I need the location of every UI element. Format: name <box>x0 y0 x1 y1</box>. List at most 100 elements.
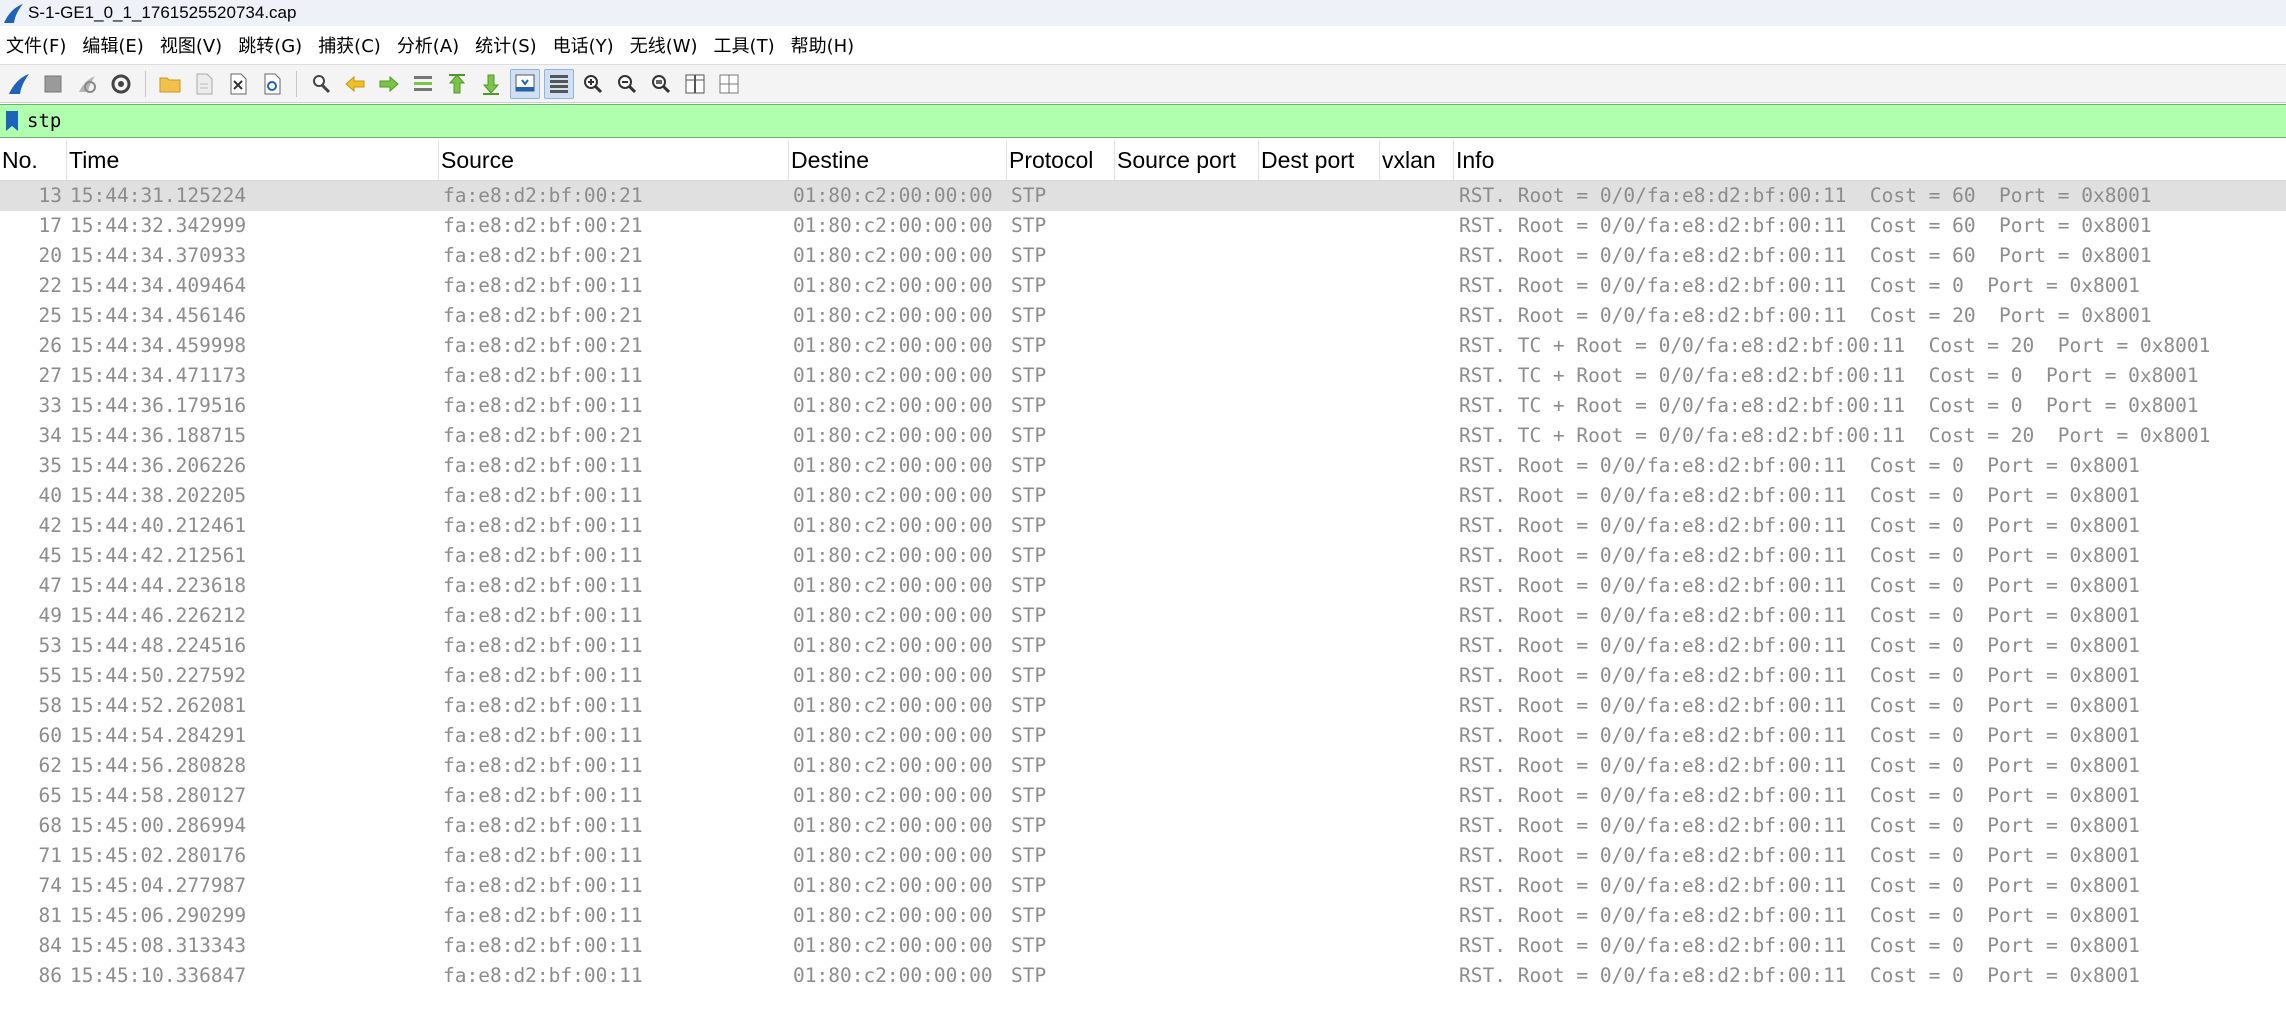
table-row[interactable]: 17 15:44:32.342999 fa:e8:d2:bf:00:21 01:80:… <box>0 211 2286 241</box>
table-row[interactable]: 60 15:44:54.284291 fa:e8:d2:bf:00:11 01:80:… <box>0 721 2286 751</box>
table-row[interactable]: 81 15:45:06.290299 fa:e8:d2:bf:00:11 01:80:… <box>0 901 2286 931</box>
cell-destine: 01:80:c2:00:00:00 <box>793 964 993 987</box>
column-header-dest-port[interactable]: Dest port <box>1259 141 1380 180</box>
column-header-no[interactable]: No. <box>0 141 67 180</box>
zoom-in-button[interactable] <box>578 69 608 99</box>
table-row[interactable]: 35 15:44:36.206226 fa:e8:d2:bf:00:11 01:80:… <box>0 451 2286 481</box>
cell-time: 15:44:56.280828 <box>70 754 247 777</box>
table-row[interactable]: 49 15:44:46.226212 fa:e8:d2:bf:00:11 01:80:… <box>0 601 2286 631</box>
table-row[interactable]: 65 15:44:58.280127 fa:e8:d2:bf:00:11 01:80:… <box>0 781 2286 811</box>
cell-info: RST. TC + Root = 0/0/fa:e8:d2:bf:00:11 C… <box>1459 334 2211 357</box>
table-row[interactable]: 84 15:45:08.313343 fa:e8:d2:bf:00:11 01:80:… <box>0 931 2286 961</box>
menu-capture[interactable]: 捕获(C) <box>311 32 390 58</box>
table-row[interactable]: 58 15:44:52.262081 fa:e8:d2:bf:00:11 01:80:… <box>0 691 2286 721</box>
zoom-out-icon <box>618 74 637 93</box>
table-row[interactable]: 42 15:44:40.212461 fa:e8:d2:bf:00:11 01:80:… <box>0 511 2286 541</box>
packet-list[interactable]: No. Time Source Destine Protocol Source … <box>0 141 2286 1014</box>
table-row[interactable]: 34 15:44:36.188715 fa:e8:d2:bf:00:21 01:80:… <box>0 421 2286 451</box>
cell-destine: 01:80:c2:00:00:00 <box>793 904 993 927</box>
menu-file[interactable]: 文件(F) <box>0 32 75 58</box>
stop-capture-button[interactable] <box>38 69 68 99</box>
zoom-in-icon <box>584 74 603 93</box>
menu-go[interactable]: 跳转(G) <box>231 32 311 58</box>
column-header-info[interactable]: Info <box>1454 141 2286 180</box>
first-packet-button[interactable] <box>442 69 472 99</box>
find-icon <box>313 74 331 93</box>
menu-statistics[interactable]: 统计(S) <box>468 32 545 58</box>
stop-icon <box>44 75 62 92</box>
column-header-source-port[interactable]: Source port <box>1115 141 1259 180</box>
cell-destine: 01:80:c2:00:00:00 <box>793 754 993 777</box>
menu-telephony[interactable]: 电话(Y) <box>546 32 623 58</box>
find-packet-button[interactable] <box>306 69 336 99</box>
cell-source: fa:e8:d2:bf:00:11 <box>443 454 643 477</box>
table-row[interactable]: 86 15:45:10.336847 fa:e8:d2:bf:00:11 01:80:… <box>0 961 2286 991</box>
cell-source: fa:e8:d2:bf:00:11 <box>443 964 643 987</box>
table-row[interactable]: 62 15:44:56.280828 fa:e8:d2:bf:00:11 01:80:… <box>0 751 2286 781</box>
column-header-time[interactable]: Time <box>67 141 439 180</box>
table-row[interactable]: 22 15:44:34.409464 fa:e8:d2:bf:00:11 01:80:… <box>0 271 2286 301</box>
close-file-button[interactable] <box>223 69 253 99</box>
cell-time: 15:45:06.290299 <box>70 904 247 927</box>
cell-no: 71 <box>38 844 62 867</box>
wireshark-fin-icon <box>4 4 23 23</box>
window-title: S-1-GE1_0_1_1761525520734.cap <box>28 3 297 22</box>
menu-bar: 文件(F) 编辑(E) 视图(V) 跳转(G) 捕获(C) 分析(A) 统计(S… <box>0 27 2286 63</box>
table-row[interactable]: 26 15:44:34.459998 fa:e8:d2:bf:00:21 01:80:… <box>0 331 2286 361</box>
column-header-vxlan[interactable]: vxlan <box>1380 141 1454 180</box>
zoom-out-button[interactable] <box>612 69 642 99</box>
go-back-button[interactable] <box>340 69 370 99</box>
resize-columns-button[interactable] <box>680 69 710 99</box>
cell-destine: 01:80:c2:00:00:00 <box>793 424 993 447</box>
menu-help[interactable]: 帮助(H) <box>784 32 864 58</box>
table-row[interactable]: 74 15:45:04.277987 fa:e8:d2:bf:00:11 01:80:… <box>0 871 2286 901</box>
autoscroll-toggle[interactable] <box>510 68 540 99</box>
column-header-destine[interactable]: Destine <box>789 141 1007 180</box>
filter-bookmark-icon[interactable] <box>3 109 21 133</box>
table-row[interactable]: 33 15:44:36.179516 fa:e8:d2:bf:00:11 01:80:… <box>0 391 2286 421</box>
go-forward-button[interactable] <box>374 69 404 99</box>
table-row[interactable]: 25 15:44:34.456146 fa:e8:d2:bf:00:21 01:80:… <box>0 301 2286 331</box>
table-row[interactable]: 40 15:44:38.202205 fa:e8:d2:bf:00:11 01:80:… <box>0 481 2286 511</box>
table-row[interactable]: 13 15:44:31.125224 fa:e8:d2:bf:00:21 01:80:… <box>0 181 2286 211</box>
table-row[interactable]: 68 15:45:00.286994 fa:e8:d2:bf:00:11 01:80:… <box>0 811 2286 841</box>
cell-time: 15:44:34.471173 <box>70 364 247 387</box>
table-row[interactable]: 45 15:44:42.212561 fa:e8:d2:bf:00:11 01:80:… <box>0 541 2286 571</box>
table-row[interactable]: 27 15:44:34.471173 fa:e8:d2:bf:00:11 01:80:… <box>0 361 2286 391</box>
cell-time: 15:44:31.125224 <box>70 184 247 207</box>
colorize-toggle[interactable] <box>544 68 574 99</box>
menu-tools[interactable]: 工具(T) <box>707 32 784 58</box>
start-capture-button[interactable] <box>4 69 34 99</box>
cell-no: 35 <box>38 454 62 477</box>
table-row[interactable]: 55 15:44:50.227592 fa:e8:d2:bf:00:11 01:80:… <box>0 661 2286 691</box>
last-packet-button[interactable] <box>476 69 506 99</box>
table-row[interactable]: 71 15:45:02.280176 fa:e8:d2:bf:00:11 01:80:… <box>0 841 2286 871</box>
cell-destine: 01:80:c2:00:00:00 <box>793 664 993 687</box>
menu-view[interactable]: 视图(V) <box>153 32 231 58</box>
cell-info: RST. Root = 0/0/fa:e8:d2:bf:00:11 Cost =… <box>1459 274 2140 297</box>
go-to-packet-button[interactable] <box>408 69 438 99</box>
capture-options-button[interactable] <box>106 69 136 99</box>
cell-destine: 01:80:c2:00:00:00 <box>793 214 993 237</box>
cell-protocol: STP <box>1011 394 1047 417</box>
display-filter-input[interactable] <box>21 107 2286 135</box>
colorize-icon <box>550 74 568 93</box>
menu-edit[interactable]: 编辑(E) <box>75 32 152 58</box>
zoom-reset-button[interactable] <box>646 69 676 99</box>
cell-no: 34 <box>38 424 62 447</box>
menu-wireless[interactable]: 无线(W) <box>623 32 707 58</box>
cell-no: 17 <box>38 214 62 237</box>
save-file-button[interactable] <box>189 69 219 99</box>
reload-file-button[interactable] <box>257 69 287 99</box>
column-header-protocol[interactable]: Protocol <box>1007 141 1115 180</box>
layout-button[interactable] <box>714 69 744 99</box>
open-file-button[interactable] <box>155 69 185 99</box>
cell-source: fa:e8:d2:bf:00:11 <box>443 844 643 867</box>
table-row[interactable]: 47 15:44:44.223618 fa:e8:d2:bf:00:11 01:80:… <box>0 571 2286 601</box>
table-row[interactable]: 53 15:44:48.224516 fa:e8:d2:bf:00:11 01:80:… <box>0 631 2286 661</box>
column-header-source[interactable]: Source <box>439 141 789 180</box>
menu-analyze[interactable]: 分析(A) <box>390 32 468 58</box>
restart-capture-button[interactable] <box>72 69 102 99</box>
table-row[interactable]: 20 15:44:34.370933 fa:e8:d2:bf:00:21 01:80:… <box>0 241 2286 271</box>
cell-info: RST. Root = 0/0/fa:e8:d2:bf:00:11 Cost =… <box>1459 934 2140 957</box>
